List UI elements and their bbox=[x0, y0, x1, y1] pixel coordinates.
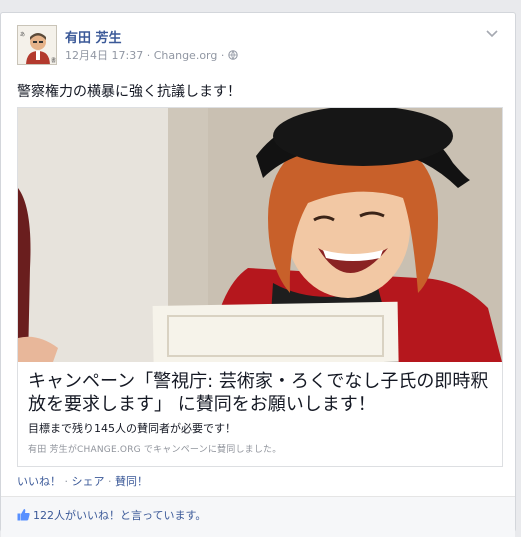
post-header: あ 書 有田 芳生 12月4日 17:37 · Change.org · bbox=[17, 25, 499, 69]
post-text: 警察権力の横暴に強く抗議します！ bbox=[17, 84, 241, 100]
likes-count[interactable]: 122人がいいね！と言っています。 bbox=[17, 507, 206, 523]
post-card: あ 書 有田 芳生 12月4日 17:37 · Change.org · 警察権… bbox=[0, 12, 516, 537]
post-source[interactable]: Change.org bbox=[154, 49, 218, 62]
globe-icon[interactable] bbox=[228, 50, 238, 60]
like-link[interactable]: いいね！ bbox=[17, 475, 61, 488]
svg-text:書: 書 bbox=[51, 57, 56, 64]
shared-photo[interactable] bbox=[18, 108, 502, 362]
shared-link-title[interactable]: キャンペーン「警視庁: 芸術家・ろくでなし子氏の即時釈放を要求します」 に賛同を… bbox=[28, 370, 494, 416]
svg-text:あ: あ bbox=[20, 32, 25, 38]
post-date[interactable]: 12月4日 17:37 bbox=[65, 49, 143, 62]
post-meta: 12月4日 17:37 · Change.org · bbox=[65, 47, 238, 63]
meta-separator-2: · bbox=[220, 49, 225, 62]
meta-separator: · bbox=[146, 49, 151, 62]
avatar[interactable]: あ 書 bbox=[17, 25, 57, 65]
shared-link-caption: 有田 芳生がCHANGE.ORG でキャンペーンに賛同しました。 bbox=[28, 445, 282, 455]
support-link[interactable]: 賛同！ bbox=[115, 475, 148, 488]
author-name[interactable]: 有田 芳生 bbox=[65, 27, 122, 46]
action-separator-2: · bbox=[104, 475, 115, 488]
chevron-down-icon[interactable] bbox=[485, 25, 499, 39]
thumbs-up-icon bbox=[17, 508, 30, 521]
share-link[interactable]: シェア bbox=[72, 475, 105, 488]
likes-summary: 122人がいいね！と言っています。 bbox=[1, 496, 515, 537]
action-separator: · bbox=[61, 475, 72, 488]
post-actions: いいね！ · シェア · 賛同！ bbox=[17, 473, 148, 489]
shared-link-subtitle: 目標まで残り145人の賛同者が必要です！ bbox=[28, 422, 236, 435]
shared-link-card[interactable]: キャンペーン「警視庁: 芸術家・ろくでなし子氏の即時釈放を要求します」 に賛同を… bbox=[17, 107, 503, 467]
